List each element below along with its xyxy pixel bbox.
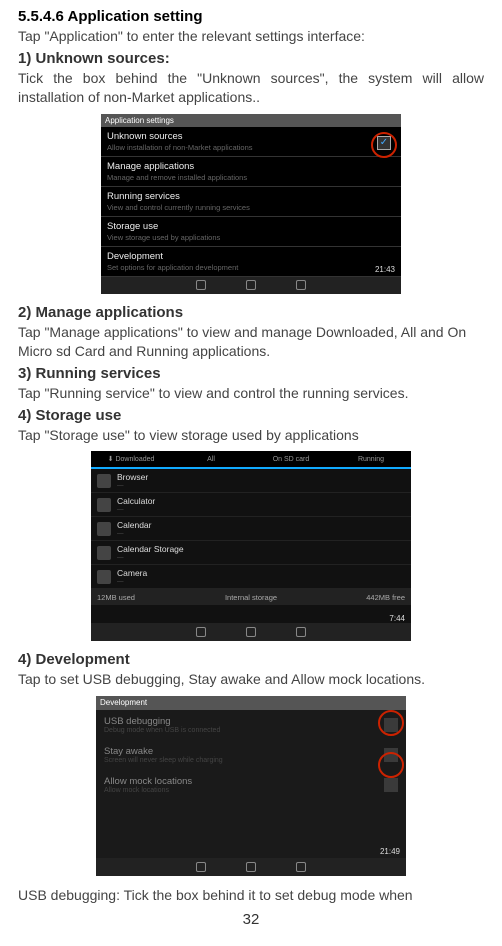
app-name: Calendar: [117, 520, 152, 530]
row-sub: Manage and remove installed applications: [107, 173, 395, 182]
recent-icon: [296, 862, 306, 872]
para-usb-debugging: USB debugging: Tick the box behind it to…: [18, 886, 484, 906]
storage-type: Internal storage: [198, 589, 305, 605]
status-time: 21:49: [380, 847, 400, 856]
row-sub: View and control currently running servi…: [107, 203, 395, 212]
page-number: 32: [18, 911, 484, 928]
sub-unknown-sources: 1) Unknown sources:: [18, 50, 484, 67]
app-icon: [97, 546, 111, 560]
app-sub: —: [117, 554, 184, 561]
app-icon: [97, 474, 111, 488]
settings-row: Development Set options for application …: [101, 247, 401, 277]
app-icon: [97, 570, 111, 584]
row-title: Running services: [107, 191, 395, 202]
para-storage-use: Tap "Storage use" to view storage used b…: [18, 426, 484, 446]
app-row: Calculator—: [91, 493, 411, 517]
app-sub: —: [117, 530, 152, 537]
app-name: Browser: [117, 472, 148, 482]
app-icon: [97, 498, 111, 512]
app-name: Camera: [117, 568, 147, 578]
screenshot-titlebar: Application settings: [101, 114, 401, 127]
app-row: Calendar—: [91, 517, 411, 541]
annotation-circle-icon: [378, 752, 404, 778]
settings-row: Unknown sources Allow installation of no…: [101, 127, 401, 157]
tab-label: Downloaded: [115, 456, 154, 463]
tab-all: All: [171, 451, 251, 469]
home-icon: [246, 627, 256, 637]
row-title: Unknown sources: [107, 131, 395, 142]
screenshot-titlebar: Development: [96, 696, 406, 710]
home-icon: [246, 862, 256, 872]
dev-row: USB debugging Debug mode when USB is con…: [96, 710, 406, 740]
row-sub: View storage used by applications: [107, 233, 395, 242]
sub-development: 4) Development: [18, 651, 484, 668]
recent-icon: [296, 627, 306, 637]
dev-row: Stay awake Screen will never sleep while…: [96, 740, 406, 770]
storage-used: 12MB used: [91, 589, 198, 605]
section-heading: 5.5.4.6 Application setting: [18, 8, 484, 25]
nav-bar: [101, 277, 401, 294]
app-row: Calendar Storage—: [91, 541, 411, 565]
row-title: Manage applications: [107, 161, 395, 172]
download-icon: ⬇: [108, 455, 114, 463]
dev-title: Stay awake: [104, 746, 376, 757]
row-title: Development: [107, 251, 395, 262]
annotation-circle-icon: [378, 710, 404, 736]
tab-bar: ⬇Downloaded All On SD card Running: [91, 451, 411, 469]
status-time: 21:43: [375, 265, 395, 274]
dev-sub: Allow mock locations: [104, 787, 376, 794]
settings-row: Running services View and control curren…: [101, 187, 401, 217]
nav-bar: [96, 858, 406, 876]
para-manage-apps: Tap "Manage applications" to view and ma…: [18, 323, 484, 362]
row-sub: Set options for application development: [107, 263, 395, 272]
home-icon: [246, 280, 256, 290]
checkbox-icon: [384, 778, 398, 792]
tab-label: On SD card: [273, 456, 310, 463]
tab-sdcard: On SD card: [251, 451, 331, 469]
dev-title: USB debugging: [104, 716, 376, 727]
back-icon: [196, 280, 206, 290]
screenshot-manage-apps: ⬇Downloaded All On SD card Running Brows…: [91, 451, 411, 641]
intro-text: Tap "Application" to enter the relevant …: [18, 27, 484, 47]
para-unknown-sources: Tick the box behind the "Unknown sources…: [18, 69, 484, 108]
nav-bar: [91, 623, 411, 641]
app-sub: —: [117, 506, 155, 513]
dev-sub: Debug mode when USB is connected: [104, 727, 376, 734]
app-row: Browser—: [91, 469, 411, 493]
tab-downloaded: ⬇Downloaded: [91, 451, 171, 469]
row-sub: Allow installation of non-Market applica…: [107, 143, 395, 152]
para-development: Tap to set USB debugging, Stay awake and…: [18, 670, 484, 690]
back-icon: [196, 862, 206, 872]
dev-title: Allow mock locations: [104, 776, 376, 787]
screenshot-development: Development USB debugging Debug mode whe…: [96, 696, 406, 876]
row-title: Storage use: [107, 221, 395, 232]
tab-running: Running: [331, 451, 411, 469]
storage-bar: 12MB used Internal storage 442MB free: [91, 589, 411, 605]
back-icon: [196, 627, 206, 637]
para-running-services: Tap "Running service" to view and contro…: [18, 384, 484, 404]
app-sub: —: [117, 482, 148, 489]
app-icon: [97, 522, 111, 536]
tab-label: Running: [358, 456, 384, 463]
annotation-circle-icon: [371, 132, 397, 158]
recent-icon: [296, 280, 306, 290]
app-sub: —: [117, 578, 147, 585]
settings-row: Manage applications Manage and remove in…: [101, 157, 401, 187]
status-time: 7:44: [389, 614, 405, 623]
sub-storage-use: 4) Storage use: [18, 407, 484, 424]
sub-manage-apps: 2) Manage applications: [18, 304, 484, 321]
app-name: Calendar Storage: [117, 544, 184, 554]
storage-free: 442MB free: [304, 589, 411, 605]
settings-row: Storage use View storage used by applica…: [101, 217, 401, 247]
sub-running-services: 3) Running services: [18, 365, 484, 382]
app-name: Calculator: [117, 496, 155, 506]
app-row: Camera—: [91, 565, 411, 589]
dev-sub: Screen will never sleep while charging: [104, 757, 376, 764]
tab-label: All: [207, 456, 215, 463]
screenshot-app-settings: Application settings Unknown sources All…: [101, 114, 401, 294]
dev-row: Allow mock locations Allow mock location…: [96, 770, 406, 800]
